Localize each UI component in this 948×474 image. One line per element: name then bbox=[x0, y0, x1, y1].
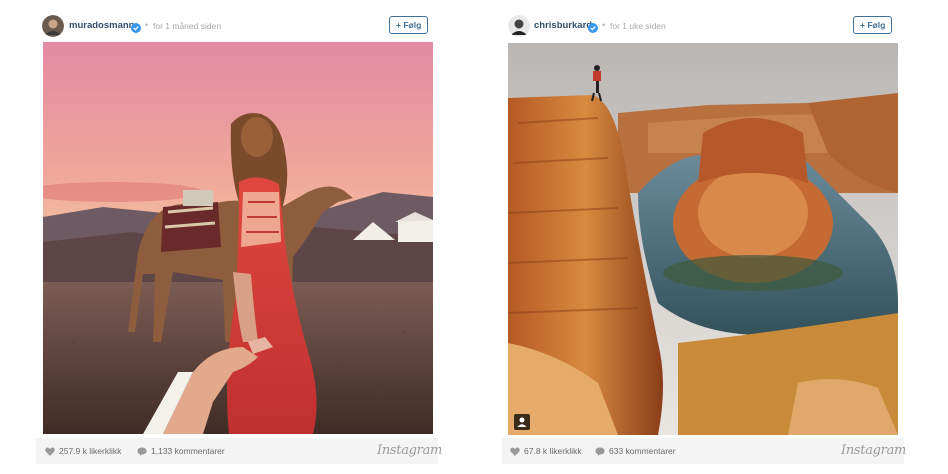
post-header: chrisburkard • for 1 uke siden + Følg bbox=[502, 6, 904, 42]
post-card-2: chrisburkard • for 1 uke siden + Følg 67… bbox=[502, 6, 906, 468]
heart-icon bbox=[510, 447, 520, 456]
post-photo[interactable] bbox=[43, 42, 433, 434]
likes-count[interactable]: 257.9 k likerklikk bbox=[45, 446, 121, 456]
post-timestamp[interactable]: for 1 måned siden bbox=[153, 21, 221, 31]
instagram-logo[interactable]: Instagram bbox=[377, 443, 442, 458]
post-timestamp[interactable]: for 1 uke siden bbox=[610, 21, 666, 31]
separator-dot: • bbox=[145, 20, 149, 30]
avatar[interactable] bbox=[508, 15, 530, 37]
comments-label: 1,133 kommentarer bbox=[151, 446, 225, 456]
username-link[interactable]: muradosmann bbox=[69, 20, 134, 31]
post-photo[interactable] bbox=[508, 43, 898, 435]
instagram-logo[interactable]: Instagram bbox=[841, 443, 906, 458]
comments-count[interactable]: 1,133 kommentarer bbox=[137, 446, 225, 456]
likes-label: 257.9 k likerklikk bbox=[59, 446, 122, 456]
avatar[interactable] bbox=[42, 15, 64, 37]
comment-icon bbox=[595, 447, 605, 456]
heart-icon bbox=[45, 447, 55, 456]
post-header: muradosmann • for 1 måned siden + Følg bbox=[36, 6, 438, 42]
username-link[interactable]: chrisburkard bbox=[534, 20, 592, 31]
comment-icon bbox=[137, 447, 147, 456]
user-tag-icon[interactable] bbox=[514, 414, 530, 430]
verified-badge-icon bbox=[131, 20, 141, 33]
post-card-1: muradosmann • for 1 måned siden + Følg 2… bbox=[36, 6, 442, 468]
follow-button[interactable]: + Følg bbox=[853, 16, 893, 34]
follow-button[interactable]: + Følg bbox=[389, 16, 429, 34]
separator-dot: • bbox=[602, 20, 606, 30]
verified-badge-icon bbox=[588, 20, 598, 33]
likes-label: 67.8 k likerklikk bbox=[524, 446, 582, 456]
likes-count[interactable]: 67.8 k likerklikk bbox=[510, 446, 582, 456]
post-footer: 67.8 k likerklikk 633 kommentarer Instag… bbox=[502, 438, 906, 464]
comments-count[interactable]: 633 kommentarer bbox=[595, 446, 676, 456]
post-footer: 257.9 k likerklikk 1,133 kommentarer Ins… bbox=[36, 438, 442, 464]
comments-label: 633 kommentarer bbox=[609, 446, 676, 456]
